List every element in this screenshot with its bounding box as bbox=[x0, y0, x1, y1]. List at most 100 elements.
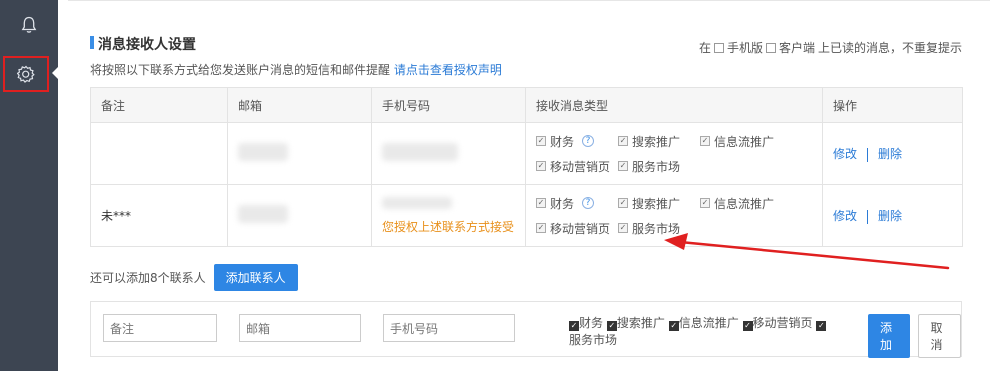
col-phone: 手机号码 bbox=[371, 87, 526, 123]
help-icon[interactable]: ? bbox=[582, 135, 595, 147]
phone-input[interactable]: 手机号码 bbox=[383, 314, 515, 342]
edit-link[interactable]: 修改 bbox=[833, 147, 857, 161]
bell-icon[interactable] bbox=[14, 10, 44, 40]
cell-email bbox=[227, 184, 372, 247]
add-button[interactable]: 添加 bbox=[868, 314, 910, 358]
table-header: 备注 邮箱 手机号码 接收消息类型 操作 bbox=[90, 87, 963, 123]
msg-type-checkboxes: ✓ 财务? ✓ 搜索推广 ✓ 信息流推广 ✓ 移动营销页 ✓ 服务市场 bbox=[536, 195, 812, 237]
table-row: 未*** 您授权上述联系方式接受.. ✓ 财务? ✓ 搜索推广 ✓ 信息流推广 ✓ 移动… bbox=[90, 184, 963, 247]
divider bbox=[867, 209, 869, 224]
client-label: 客户端 bbox=[778, 41, 815, 55]
type-label: 信息流推广 bbox=[678, 316, 739, 330]
cancel-button[interactable]: 取消 bbox=[917, 314, 961, 358]
cell-actions: 修改 删除 bbox=[822, 184, 963, 247]
opts-prefix: 在 bbox=[698, 41, 711, 55]
col-remark: 备注 bbox=[90, 87, 228, 123]
check-icon: ✓ bbox=[816, 320, 827, 331]
type-label: 搜索推广 bbox=[632, 196, 681, 211]
col-actions: 操作 bbox=[822, 87, 963, 123]
type-label: 信息流推广 bbox=[714, 134, 775, 149]
cell-email bbox=[227, 122, 372, 185]
blurred-email bbox=[238, 205, 288, 223]
gear-icon[interactable] bbox=[3, 56, 49, 92]
cell-msg-types: ✓ 财务? ✓ 搜索推广 ✓ 信息流推广 ✓ 移动营销页 ✓ 服务市场 bbox=[525, 184, 823, 247]
type-label: 服务市场 bbox=[632, 159, 681, 174]
type-label: 财务 bbox=[550, 196, 575, 211]
type-checkbox-service-market[interactable]: ✓ 服务市场 bbox=[618, 220, 700, 237]
type-label: 移动营销页 bbox=[550, 159, 611, 174]
type-label: 财务 bbox=[550, 134, 575, 149]
cell-remark bbox=[90, 122, 228, 185]
read-message-options: 在 手机版 客户端 上已读的消息，不重复提示 bbox=[699, 39, 962, 56]
divider bbox=[68, 0, 990, 1]
check-icon: ✓ bbox=[618, 198, 628, 208]
msg-type-checkboxes: ✓ 财务? ✓ 搜索推广 ✓ 信息流推广 ✓ 移动营销页 ✓ 服务市场 bbox=[536, 133, 812, 175]
edit-link[interactable]: 修改 bbox=[833, 209, 857, 223]
cell-actions: 修改 删除 bbox=[822, 122, 963, 185]
opts-suffix: 上已读的消息，不重复提示 bbox=[817, 41, 962, 55]
add-contact-button[interactable]: 添加联系人 bbox=[213, 264, 298, 291]
help-icon[interactable]: ? bbox=[582, 197, 595, 209]
title-accent bbox=[90, 36, 94, 49]
table-row: ✓ 财务? ✓ 搜索推广 ✓ 信息流推广 ✓ 移动营销页 ✓ 服务市场 修改 删除 bbox=[90, 122, 963, 185]
check-icon: ✓ bbox=[536, 161, 546, 171]
cell-msg-types: ✓ 财务? ✓ 搜索推广 ✓ 信息流推广 ✓ 移动营销页 ✓ 服务市场 bbox=[525, 122, 823, 185]
form-type-mobile-page[interactable]: ✓ 移动营销页 bbox=[742, 316, 813, 331]
check-icon: ✓ bbox=[700, 136, 710, 146]
check-icon: ✓ bbox=[618, 136, 628, 146]
type-checkbox-finance[interactable]: ✓ 财务? bbox=[536, 195, 618, 212]
remark-input[interactable]: 备注 bbox=[103, 314, 217, 342]
check-icon: ✓ bbox=[618, 223, 628, 233]
cell-phone bbox=[371, 122, 526, 185]
auth-statement-link[interactable]: 请点击查看授权声明 bbox=[394, 63, 502, 77]
form-type-feed[interactable]: ✓ 信息流推广 bbox=[668, 316, 739, 331]
type-label: 财务 bbox=[579, 316, 604, 330]
type-label: 搜索推广 bbox=[632, 134, 681, 149]
type-label: 服务市场 bbox=[569, 333, 618, 347]
col-email: 邮箱 bbox=[227, 87, 372, 123]
page-title: 消息接收人设置 bbox=[98, 37, 196, 53]
type-checkbox-mobile-page[interactable]: ✓ 移动营销页 bbox=[536, 220, 618, 237]
sidebar bbox=[0, 0, 59, 371]
type-label: 信息流推广 bbox=[714, 196, 775, 211]
check-icon: ✓ bbox=[536, 223, 546, 233]
add-contact-row: 还可以添加8个联系人 添加联系人 bbox=[90, 264, 298, 291]
type-checkbox-mobile-page[interactable]: ✓ 移动营销页 bbox=[536, 158, 618, 175]
check-icon: ✓ bbox=[618, 161, 628, 171]
type-checkbox-finance[interactable]: ✓ 财务? bbox=[536, 133, 618, 150]
form-msg-types: ✓ 财务 ✓ 搜索推广 ✓ 信息流推广 ✓ 移动营销页 ✓服务市场 bbox=[569, 315, 831, 349]
form-buttons: 添加 取消 bbox=[868, 314, 961, 358]
mobile-checkbox[interactable] bbox=[713, 42, 724, 53]
subtitle-text: 将按照以下联系方式给您发送账户消息的短信和邮件提醒 bbox=[90, 63, 391, 77]
type-checkbox-service-market[interactable]: ✓ 服务市场 bbox=[618, 158, 700, 175]
type-checkbox-search[interactable]: ✓ 搜索推广 bbox=[618, 133, 700, 150]
check-icon: ✓ bbox=[668, 320, 679, 331]
check-icon: ✓ bbox=[569, 320, 579, 331]
type-label: 服务市场 bbox=[632, 221, 681, 236]
auth-note: 您授权上述联系方式接受.. bbox=[382, 219, 515, 234]
type-checkbox-feed[interactable]: ✓ 信息流推广 bbox=[700, 133, 810, 150]
cell-remark: 未*** bbox=[90, 184, 228, 247]
delete-link[interactable]: 删除 bbox=[878, 147, 902, 161]
form-type-search[interactable]: ✓ 搜索推广 bbox=[606, 316, 665, 331]
type-checkbox-feed[interactable]: ✓ 信息流推广 bbox=[700, 195, 810, 212]
type-checkbox-search[interactable]: ✓ 搜索推广 bbox=[618, 195, 700, 212]
mobile-label: 手机版 bbox=[726, 41, 763, 55]
col-msg-types: 接收消息类型 bbox=[525, 87, 823, 123]
type-label: 移动营销页 bbox=[752, 316, 813, 330]
blurred-phone bbox=[382, 143, 458, 161]
check-icon: ✓ bbox=[742, 320, 753, 331]
form-type-finance[interactable]: ✓ 财务 bbox=[569, 316, 604, 331]
contacts-table: 备注 邮箱 手机号码 接收消息类型 操作 ✓ 财务? ✓ 搜索推广 ✓ 信息流推广 ✓… bbox=[90, 87, 963, 247]
check-icon: ✓ bbox=[536, 136, 546, 146]
delete-link[interactable]: 删除 bbox=[878, 209, 902, 223]
email-input[interactable]: 邮箱 bbox=[239, 314, 361, 342]
new-contact-form: 备注 邮箱 手机号码 ✓ 财务 ✓ 搜索推广 ✓ 信息流推广 ✓ 移动营销页 ✓服务市场… bbox=[90, 301, 962, 358]
cell-phone: 您授权上述联系方式接受.. bbox=[371, 184, 526, 247]
type-label: 移动营销页 bbox=[550, 221, 611, 236]
blurred-email bbox=[238, 143, 288, 161]
remaining-contacts-text: 还可以添加8个联系人 bbox=[90, 271, 206, 285]
type-label: 搜索推广 bbox=[616, 316, 665, 330]
check-icon: ✓ bbox=[536, 198, 546, 208]
client-checkbox[interactable] bbox=[765, 42, 776, 53]
